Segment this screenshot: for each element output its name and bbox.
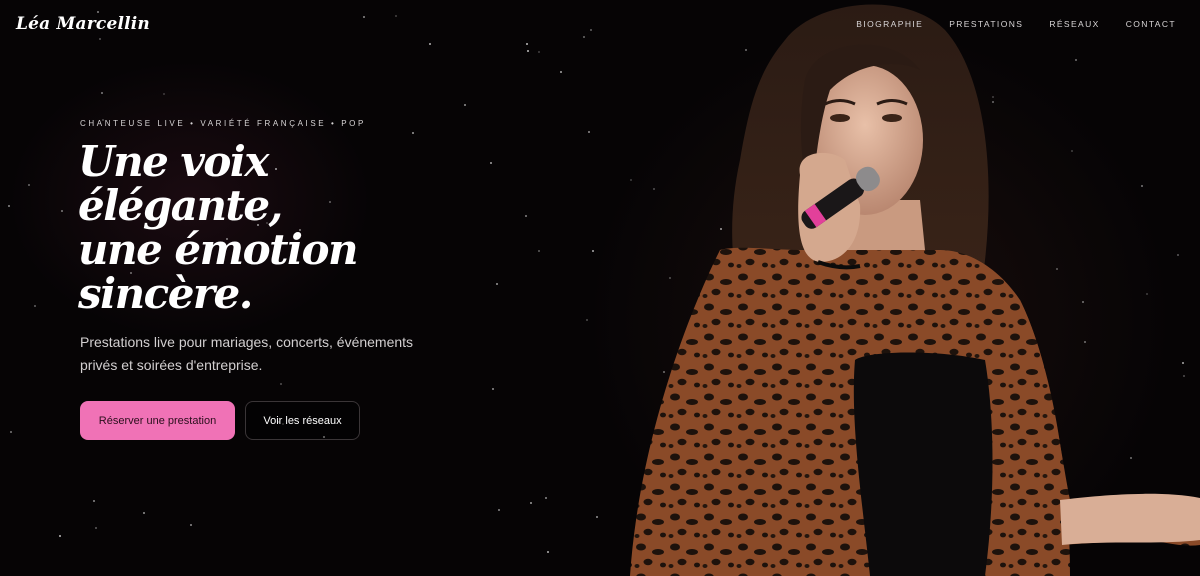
star-dot xyxy=(590,29,592,31)
star-dot xyxy=(596,516,598,518)
star-dot xyxy=(412,132,414,134)
star-dot xyxy=(190,524,192,526)
star-dot xyxy=(530,502,532,504)
nav-link-reseaux[interactable]: RÉSEAUX xyxy=(1049,19,1099,29)
brand-logo[interactable]: Léa Marcellin xyxy=(16,14,150,34)
star-dot xyxy=(163,93,165,95)
star-dot xyxy=(583,36,585,38)
headline-line: une émotion xyxy=(78,225,359,274)
star-dot xyxy=(492,388,494,390)
star-dot xyxy=(526,43,528,45)
star-dot xyxy=(95,527,97,529)
star-dot xyxy=(8,205,10,207)
star-dot xyxy=(527,50,529,52)
nav-link-biographie[interactable]: BIOGRAPHIE xyxy=(856,19,923,29)
star-dot xyxy=(101,92,103,94)
headline-line: Une voix xyxy=(78,137,269,186)
star-dot xyxy=(143,512,145,514)
star-dot xyxy=(97,11,99,13)
hero-eyebrow: CHANTEUSE LIVE • VARIÉTÉ FRANÇAISE • POP xyxy=(80,119,366,128)
hero-subtitle: Prestations live pour mariages, concerts… xyxy=(80,334,414,373)
headline-line: élégante, xyxy=(78,181,283,230)
star-dot xyxy=(464,104,466,106)
star-dot xyxy=(28,184,30,186)
star-dot xyxy=(429,43,431,45)
star-dot xyxy=(538,51,540,53)
star-dot xyxy=(34,305,36,307)
star-dot xyxy=(547,551,549,553)
star-dot xyxy=(525,215,527,217)
star-dot xyxy=(10,431,12,433)
nav-link-contact[interactable]: CONTACT xyxy=(1126,19,1176,29)
star-dot xyxy=(280,383,282,385)
star-dot xyxy=(588,131,590,133)
star-dot xyxy=(99,38,101,40)
see-socials-button[interactable]: Voir les réseaux xyxy=(245,401,360,440)
star-dot xyxy=(93,500,95,502)
hero-section: Léa Marcellin BIOGRAPHIE PRESTATIONS RÉS… xyxy=(0,0,1200,576)
star-dot xyxy=(538,250,540,252)
star-dot xyxy=(498,509,500,511)
star-dot xyxy=(61,210,63,212)
star-dot xyxy=(363,16,365,18)
book-performance-button[interactable]: Réserver une prestation xyxy=(80,401,235,440)
star-dot xyxy=(560,71,562,73)
nav-link-prestations[interactable]: PRESTATIONS xyxy=(949,19,1023,29)
hero-headline: Une voix élégante, une émotion sincère. xyxy=(78,140,498,316)
star-dot xyxy=(586,319,588,321)
star-dot xyxy=(545,497,547,499)
main-nav: BIOGRAPHIE PRESTATIONS RÉSEAUX CONTACT xyxy=(856,19,1176,29)
headline-line: sincère. xyxy=(78,269,253,318)
star-dot xyxy=(592,250,594,252)
star-dot xyxy=(395,15,397,17)
star-dot xyxy=(59,535,61,537)
singer-photo xyxy=(630,4,1200,576)
